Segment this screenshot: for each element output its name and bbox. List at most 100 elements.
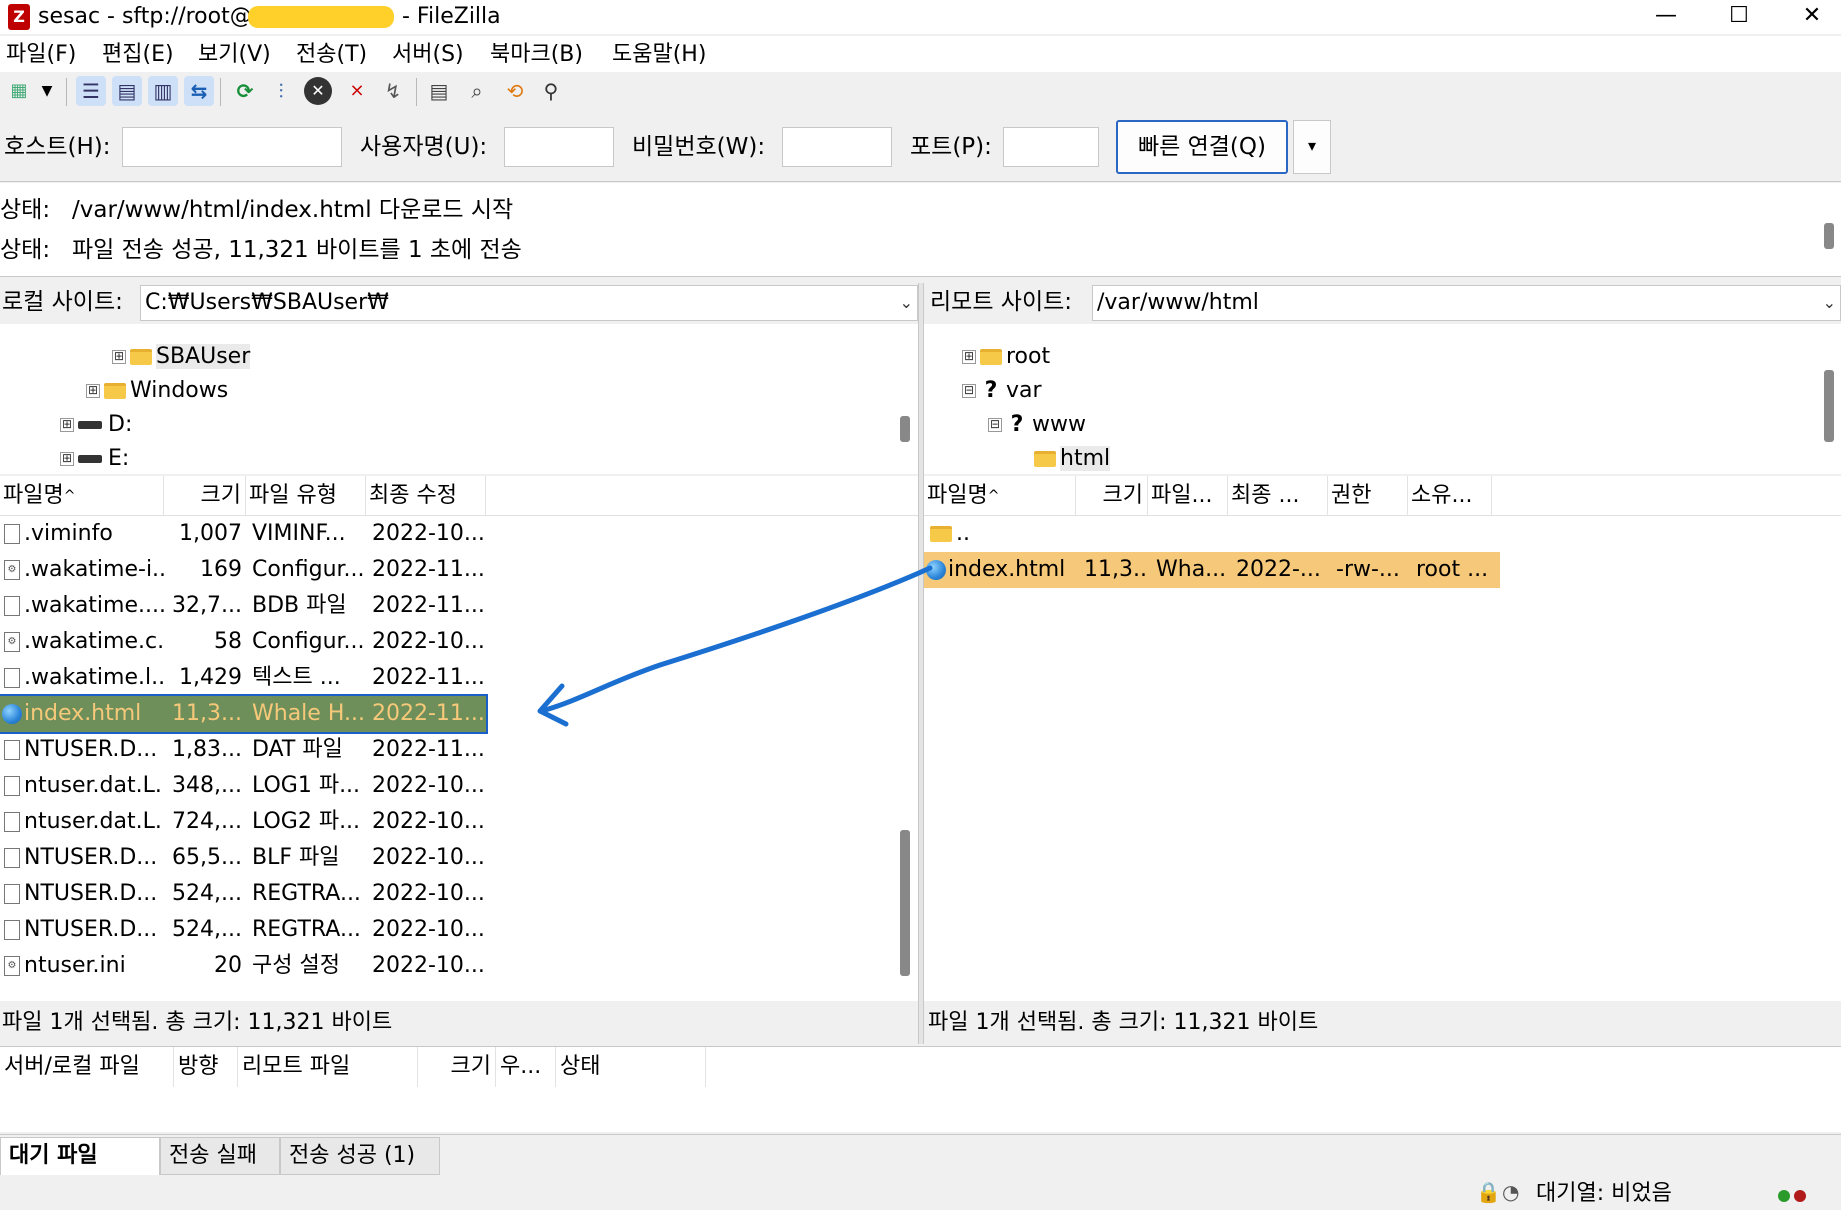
window-title: sesac - sftp://root@ (38, 4, 252, 29)
local-file-row[interactable]: ⚙ ntuser.ini 20 구성 설정 2022-10... (0, 948, 486, 984)
tree-item-windows[interactable]: ⊞ Windows (86, 376, 228, 406)
tree-item-drive-d[interactable]: ⊞ D: (60, 410, 132, 440)
refresh-icon[interactable]: ⟳ (230, 76, 260, 106)
queue-header-direction[interactable]: 방향 (174, 1047, 238, 1087)
local-file-row[interactable]: NTUSER.D... 1,83... DAT 파일 2022-11... (0, 732, 486, 768)
local-file-row[interactable]: NTUSER.D... 524,... REGTRA... 2022-10... (0, 912, 486, 948)
remote-tree-scrollbar[interactable] (1824, 370, 1834, 442)
local-file-row[interactable]: .wakatime.... 32,7... BDB 파일 2022-11... (0, 588, 486, 624)
column-header-filename[interactable]: 파일명^ (0, 476, 164, 516)
column-header-filename[interactable]: 파일명^ (924, 476, 1076, 516)
disconnect-icon[interactable]: ⨯ (342, 76, 372, 106)
column-header-size[interactable]: 크기 (1076, 476, 1148, 516)
file-modified: 2022-11... (372, 701, 484, 726)
site-manager-dropdown-icon[interactable]: ▼ (38, 76, 56, 106)
chevron-down-icon[interactable]: ⌄ (900, 286, 913, 320)
tree-item-var[interactable]: ⊟? var (962, 376, 1042, 406)
password-input[interactable] (782, 127, 892, 167)
file-name: .wakatime.l... (24, 665, 164, 690)
file-size: 58 (214, 629, 242, 654)
minimize-button[interactable]: — (1630, 0, 1702, 34)
site-manager-icon[interactable]: ▦ (4, 76, 34, 106)
tree-item-html[interactable]: html (1034, 444, 1111, 474)
queue-header-size[interactable]: 크기 (418, 1047, 496, 1087)
column-header-modified[interactable]: 최종 수정 (366, 476, 486, 516)
quickconnect-history-dropdown[interactable]: ▾ (1293, 120, 1331, 174)
local-path-combo[interactable]: C:₩Users₩SBAUser₩ ⌄ (140, 285, 918, 321)
close-button[interactable]: ✕ (1776, 0, 1841, 34)
menu-help[interactable]: 도움말(H) (612, 41, 706, 69)
tab-successful-transfers[interactable]: 전송 성공 (1) (280, 1137, 440, 1175)
log-scrollbar[interactable] (1824, 223, 1834, 249)
local-file-row[interactable]: NTUSER.D... 524,... REGTRA... 2022-10... (0, 876, 486, 912)
speed-limit-icon[interactable]: ◔ (1502, 1180, 1519, 1204)
local-list-scrollbar[interactable] (900, 830, 910, 976)
collapse-icon[interactable]: ⊟ (962, 384, 976, 398)
tab-queued-files[interactable]: 대기 파일 (0, 1137, 160, 1175)
local-file-row[interactable]: .wakatime.l... 1,429 텍스트 ... 2022-11... (0, 660, 486, 696)
file-name: NTUSER.D... (24, 845, 158, 870)
column-header-modified[interactable]: 최종 ... (1228, 476, 1328, 516)
username-label: 사용자명(U): (360, 134, 488, 160)
menu-edit[interactable]: 편집(E) (102, 41, 174, 69)
search-icon[interactable]: ⚲ (536, 76, 566, 106)
expand-icon[interactable]: ⊞ (60, 418, 74, 432)
sync-browse-icon[interactable]: ⟲ (500, 76, 530, 106)
local-file-row[interactable]: .viminfo 1,007 VIMINF... 2022-10... (0, 516, 486, 552)
column-header-owner[interactable]: 소유... (1408, 476, 1492, 516)
username-input[interactable] (504, 127, 614, 167)
config-file-icon: ⚙ (4, 560, 20, 580)
column-header-type[interactable]: 파일 유형 (246, 476, 366, 516)
menu-bookmarks[interactable]: 북마크(B) (490, 41, 583, 69)
column-header-type[interactable]: 파일... (1148, 476, 1228, 516)
quickconnect-button[interactable]: 빠른 연결(Q) (1116, 120, 1288, 174)
tree-item-www[interactable]: ⊟? www (988, 410, 1086, 440)
port-input[interactable] (1003, 127, 1099, 167)
toggle-local-tree-icon[interactable]: ▤ (112, 76, 142, 106)
local-file-row[interactable]: NTUSER.D... 65,5... BLF 파일 2022-10... (0, 840, 486, 876)
queue-header-priority[interactable]: 우... (496, 1047, 556, 1087)
host-input[interactable] (122, 127, 342, 167)
toggle-queue-icon[interactable]: ⇆ (184, 76, 214, 106)
queue-header-status[interactable]: 상태 (556, 1047, 706, 1087)
queue-header-remote-file[interactable]: 리모트 파일 (238, 1047, 418, 1087)
file-size: 524,... (172, 881, 242, 906)
remote-file-row[interactable]: index.html 11,3... Wha... 2022-... -rw-... ro… (924, 552, 1500, 588)
expand-icon[interactable]: ⊞ (60, 452, 74, 466)
compare-icon[interactable]: ⌕ (462, 76, 492, 106)
tree-item-root[interactable]: ⊞ root (962, 342, 1050, 372)
remote-file-row[interactable]: .. (924, 516, 1500, 552)
remote-path-combo[interactable]: /var/www/html ⌄ (1092, 285, 1841, 321)
process-queue-icon[interactable]: ⫶ (266, 76, 296, 106)
local-file-row[interactable]: ntuser.dat.L... 348,... LOG1 파... 2022-10..… (0, 768, 486, 804)
expand-icon[interactable]: ⊞ (112, 350, 126, 364)
tree-item-sbauser[interactable]: ⊞ SBAUser (112, 342, 251, 372)
local-file-row[interactable]: ⚙ .wakatime-i... 169 Configur... 2022-11... (0, 552, 486, 588)
expand-icon[interactable]: ⊞ (962, 350, 976, 364)
menu-server[interactable]: 서버(S) (392, 41, 464, 69)
local-file-row[interactable]: ntuser.dat.L... 724,... LOG2 파... 2022-10..… (0, 804, 486, 840)
menu-transfer[interactable]: 전송(T) (296, 41, 367, 69)
local-file-row[interactable]: index.html 11,3... Whale H... 2022-11... (0, 694, 488, 734)
queue-header-local-file[interactable]: 서버/로컬 파일 (0, 1047, 174, 1087)
menu-view[interactable]: 보기(V) (198, 41, 271, 69)
pane-splitter[interactable] (918, 283, 924, 1044)
menu-file[interactable]: 파일(F) (6, 41, 76, 69)
local-tree-scrollbar[interactable] (900, 416, 910, 442)
maximize-button[interactable]: ☐ (1703, 0, 1775, 34)
cancel-icon[interactable]: ✕ (304, 77, 332, 105)
toggle-log-icon[interactable]: ☰ (76, 76, 106, 106)
directory-listing-filter-icon[interactable]: ▤ (424, 76, 454, 106)
file-modified: 2022-10... (372, 881, 484, 906)
tree-item-drive-e[interactable]: ⊞ E: (60, 444, 129, 474)
reconnect-icon[interactable]: ↯ (378, 76, 408, 106)
tab-failed-transfers[interactable]: 전송 실패 (160, 1137, 280, 1175)
local-file-row[interactable]: ⚙ .wakatime.c... 58 Configur... 2022-10... (0, 624, 486, 660)
column-header-size[interactable]: 크기 (164, 476, 246, 516)
chevron-down-icon[interactable]: ⌄ (1823, 286, 1836, 320)
column-header-permissions[interactable]: 권한 (1328, 476, 1408, 516)
expand-icon[interactable]: ⊞ (86, 384, 100, 398)
collapse-icon[interactable]: ⊟ (988, 418, 1002, 432)
message-log: 상태: /var/www/html/index.html 다운로드 시작 상태: 파… (0, 183, 1841, 277)
toggle-remote-tree-icon[interactable]: ▥ (148, 76, 178, 106)
